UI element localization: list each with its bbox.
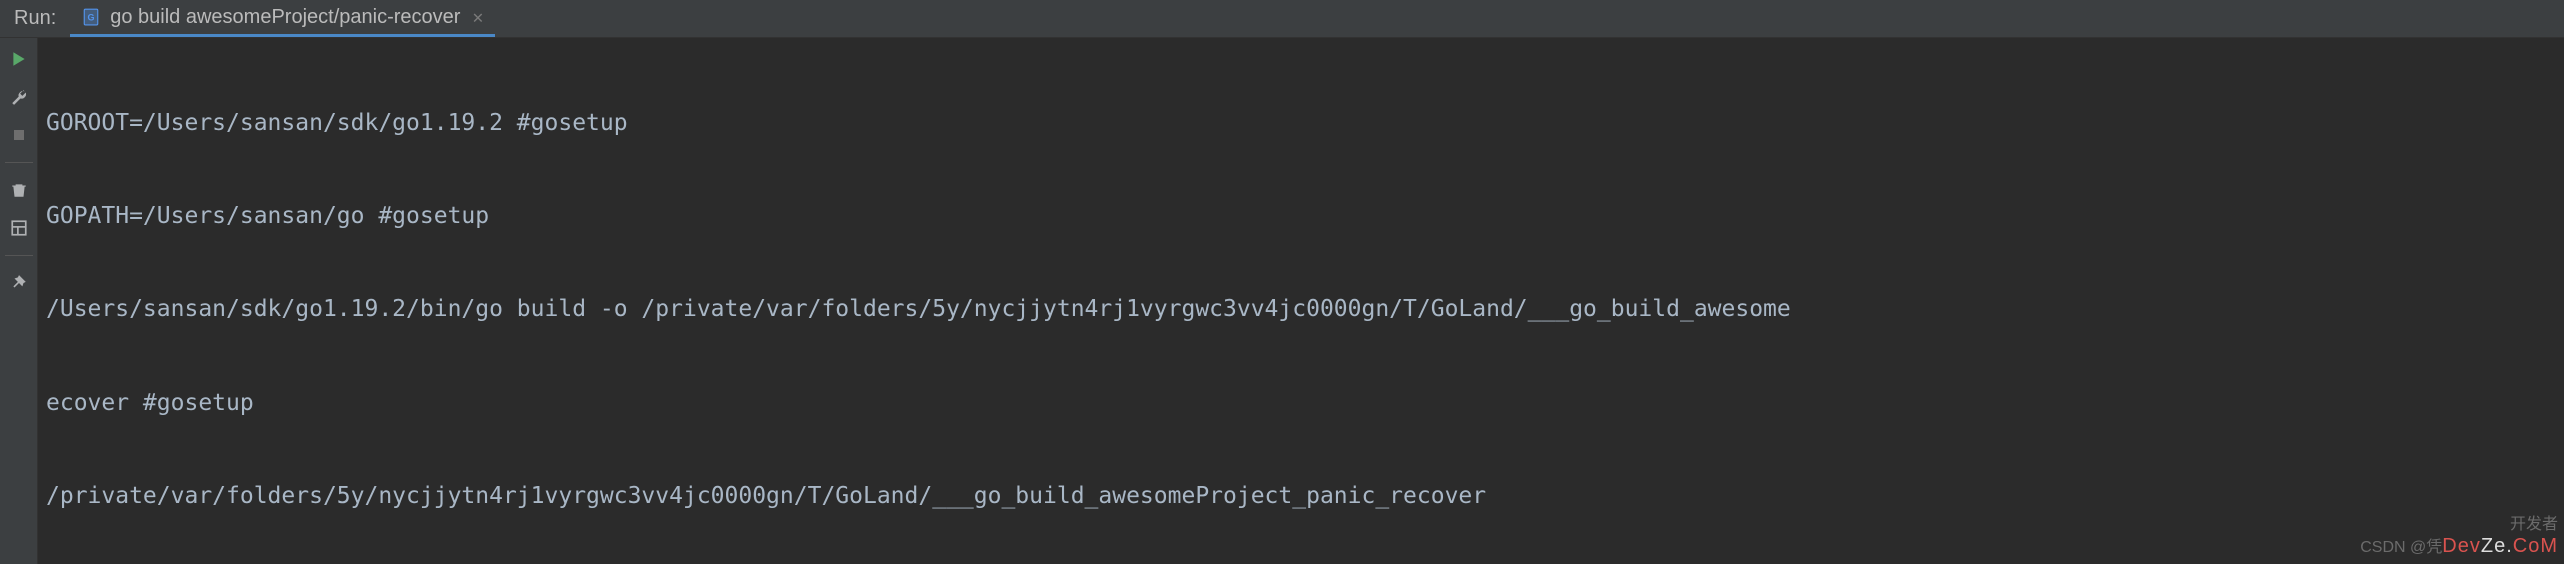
pin-icon[interactable] [8, 272, 30, 294]
watermark-line1: 开发者 [2360, 515, 2558, 534]
watermark: 开发者 CSDN @凭DevZe.CoM [2360, 515, 2558, 558]
console-output[interactable]: GOROOT=/Users/sansan/sdk/go1.19.2 #goset… [38, 38, 2564, 564]
watermark-line2: CSDN @凭DevZe.CoM [2360, 534, 2558, 558]
go-file-icon: G [82, 8, 100, 26]
close-icon[interactable]: ✕ [472, 7, 483, 28]
run-tab[interactable]: G go build awesomeProject/panic-recover … [70, 0, 495, 37]
main-area: GOROOT=/Users/sansan/sdk/go1.19.2 #goset… [0, 38, 2564, 564]
trash-icon[interactable] [8, 179, 30, 201]
layout-icon[interactable] [8, 217, 30, 239]
console-line: GOPATH=/Users/sansan/go #gosetup [46, 201, 2556, 232]
toolbar-separator [5, 162, 33, 163]
run-panel-label: Run: [0, 7, 70, 30]
toolbar-separator [5, 255, 33, 256]
wrench-icon[interactable] [8, 86, 30, 108]
rerun-icon[interactable] [8, 48, 30, 70]
stop-icon[interactable] [8, 124, 30, 146]
run-tab-label: go build awesomeProject/panic-recover [110, 6, 460, 29]
svg-text:G: G [88, 12, 95, 22]
console-line: GOROOT=/Users/sansan/sdk/go1.19.2 #goset… [46, 108, 2556, 139]
console-line: ecover #gosetup [46, 388, 2556, 419]
console-line: /private/var/folders/5y/nycjjytn4rj1vyrg… [46, 481, 2556, 512]
tool-window-header: Run: G go build awesomeProject/panic-rec… [0, 0, 2564, 38]
console-line: /Users/sansan/sdk/go1.19.2/bin/go build … [46, 294, 2556, 325]
run-toolbar [0, 38, 38, 564]
